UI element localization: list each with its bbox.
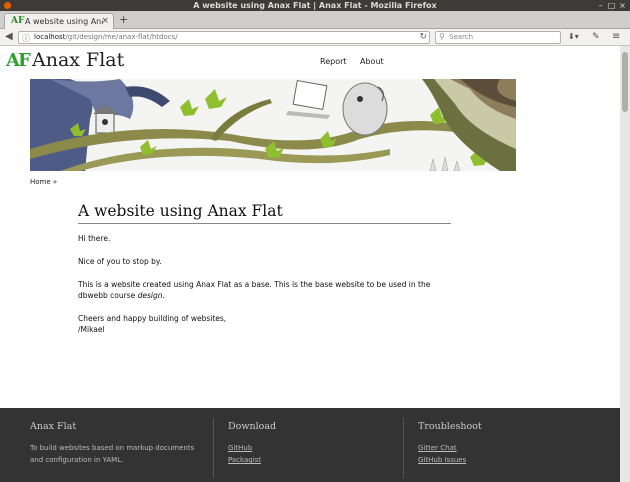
paragraph-signoff: Cheers and happy building of websites,/M… bbox=[78, 314, 227, 334]
footer-title-troubleshoot: Troubleshoot bbox=[418, 421, 482, 432]
footer-link-packagist[interactable]: Packagist bbox=[228, 454, 398, 466]
minimize-icon[interactable]: – bbox=[596, 1, 605, 10]
search-icon: ⚲ bbox=[439, 32, 445, 41]
footer-col-troubleshoot: Troubleshoot Gitter Chat GitHub Issues bbox=[418, 408, 588, 482]
menu-item-about[interactable]: About bbox=[360, 57, 384, 66]
header-banner-image bbox=[30, 79, 516, 171]
scrollbar-thumb[interactable] bbox=[622, 52, 628, 112]
window-title: A website using Anax Flat | Anax Flat - … bbox=[193, 1, 437, 10]
page-viewport: AF Anax Flat Report About Home » A websi… bbox=[0, 46, 620, 482]
menu-item-report[interactable]: Report bbox=[320, 57, 347, 66]
footer-link-gitter-chat[interactable]: Gitter Chat bbox=[418, 442, 588, 454]
breadcrumb[interactable]: Home » bbox=[30, 178, 57, 186]
footer-title-download: Download bbox=[228, 421, 277, 432]
tab-title: A website using Ana... bbox=[25, 17, 103, 26]
paragraph-greeting: Hi there. bbox=[78, 234, 111, 243]
article: A website using Anax Flat Hi there. Nice… bbox=[78, 202, 451, 335]
tab-bar: AF A website using Ana... × + bbox=[0, 11, 630, 30]
footer-col-about: Anax Flat To build websites based on mar… bbox=[30, 408, 206, 482]
url-text[interactable]: localhost/git/design/me/anax-flat/htdocs… bbox=[34, 33, 178, 41]
info-icon[interactable]: ⓘ bbox=[22, 33, 30, 44]
url-bar[interactable]: ⓘ localhost/git/design/me/anax-flat/htdo… bbox=[18, 31, 430, 44]
anax-flat-favicon-icon: AF bbox=[11, 16, 25, 26]
tab-active[interactable]: AF A website using Ana... × bbox=[4, 13, 114, 30]
close-tab-icon[interactable]: × bbox=[101, 16, 109, 26]
search-bar[interactable]: ⚲ Search bbox=[435, 31, 561, 44]
pocket-icon[interactable]: ⬇▾ bbox=[568, 31, 579, 43]
page-title: A website using Anax Flat bbox=[78, 202, 451, 224]
footer-divider bbox=[213, 418, 214, 478]
site-logo[interactable]: AF bbox=[6, 50, 31, 71]
banner-illustration bbox=[30, 79, 516, 171]
footer-divider bbox=[403, 418, 404, 478]
back-icon[interactable]: ◀ bbox=[5, 31, 13, 43]
page-scrollbar[interactable] bbox=[620, 46, 630, 482]
breadcrumb-home[interactable]: Home » bbox=[30, 178, 57, 186]
footer-link-github[interactable]: GitHub bbox=[228, 442, 398, 454]
window-titlebar: A website using Anax Flat | Anax Flat - … bbox=[0, 0, 630, 11]
footer-title-anax-flat: Anax Flat bbox=[30, 421, 77, 432]
navigation-bar: ◀ ⓘ localhost/git/design/me/anax-flat/ht… bbox=[0, 29, 630, 46]
paragraph-welcome: Nice of you to stop by. bbox=[78, 257, 162, 266]
reload-icon[interactable]: ↻ bbox=[419, 32, 427, 42]
footer-col-download: Download GitHub Packagist bbox=[228, 408, 398, 482]
pen-icon[interactable]: ✎ bbox=[592, 31, 600, 43]
footer-description: To build websites based on markup docume… bbox=[30, 444, 195, 464]
new-tab-icon[interactable]: + bbox=[119, 13, 128, 26]
search-input[interactable]: Search bbox=[449, 33, 473, 41]
close-window-icon[interactable]: × bbox=[618, 1, 627, 10]
footer-link-github-issues[interactable]: GitHub Issues bbox=[418, 454, 588, 466]
paragraph-description: This is a website created using Anax Fla… bbox=[78, 280, 431, 300]
site-footer: Anax Flat To build websites based on mar… bbox=[0, 408, 620, 482]
maximize-icon[interactable]: □ bbox=[607, 1, 616, 10]
site-title[interactable]: Anax Flat bbox=[32, 49, 124, 71]
hamburger-menu-icon[interactable]: ≡ bbox=[612, 31, 620, 43]
